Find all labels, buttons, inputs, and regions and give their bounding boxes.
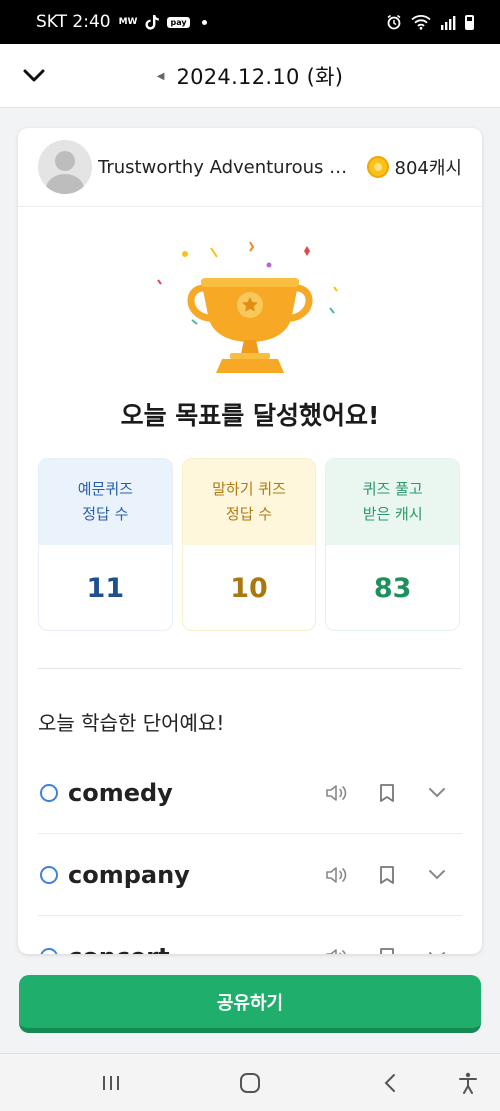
battery-icon: [465, 14, 474, 30]
word-text: comedy: [68, 778, 173, 807]
stat-label-line1: 예문퀴즈: [77, 480, 133, 498]
back-icon: [384, 1074, 395, 1092]
speaker-button[interactable]: [312, 937, 362, 954]
notification-dot-icon: [201, 19, 207, 25]
stat-value: 10: [230, 572, 268, 604]
stat-label-line1: 말하기 퀴즈: [212, 480, 286, 498]
bookmark-icon: [380, 783, 394, 802]
speaker-button[interactable]: [312, 773, 362, 813]
trophy-icon: [157, 241, 338, 373]
system-navigation-bar: [0, 1053, 500, 1111]
bookmark-button[interactable]: [362, 937, 412, 954]
alarm-icon: [387, 14, 401, 30]
date-selector: ◀ 2024.12.10 (화): [0, 44, 500, 108]
bookmark-icon: [380, 947, 394, 954]
speaker-icon: [326, 948, 346, 954]
status-circle-icon: [40, 865, 58, 884]
share-button[interactable]: 공유하기: [19, 975, 481, 1033]
speaker-icon: [326, 784, 347, 801]
word-row[interactable]: company: [38, 834, 462, 916]
home-button[interactable]: [234, 1068, 266, 1098]
stat-label-line1: 퀴즈 풀고: [362, 480, 423, 498]
stat-earned-cash: 퀴즈 풀고 받은 캐시 83: [325, 458, 461, 631]
divider: [38, 668, 462, 669]
accessibility-button[interactable]: [452, 1068, 484, 1098]
expand-button[interactable]: [412, 937, 462, 954]
chevron-down-icon: [429, 951, 445, 954]
tiktok-icon: [145, 15, 160, 30]
stat-label-line2: 받은 캐시: [362, 505, 423, 523]
cash-balance: 804캐시: [394, 158, 462, 179]
status-circle-icon: [40, 783, 58, 802]
result-card: Trustworthy Adventurous Explorer 804캐시: [18, 128, 482, 954]
speaker-icon: [326, 866, 347, 883]
word-text: concert: [68, 943, 312, 955]
carrier-time: SKT 2:40: [36, 12, 111, 32]
words-section-title: 오늘 학습한 단어예요!: [38, 711, 225, 735]
chevron-down-icon: [429, 787, 445, 797]
bookmark-icon: [380, 865, 394, 884]
mw-icon: MW: [118, 17, 138, 27]
word-row[interactable]: concert: [38, 916, 462, 954]
stat-label-line2: 정답 수: [225, 505, 273, 523]
home-icon: [240, 1073, 260, 1093]
bookmark-button[interactable]: [362, 855, 412, 895]
status-circle-icon: [40, 947, 58, 954]
stat-speaking-quiz: 말하기 퀴즈 정답 수 10: [181, 458, 317, 631]
stat-example-quiz: 예문퀴즈 정답 수 11: [38, 458, 173, 631]
expand-button[interactable]: [412, 773, 462, 813]
recent-apps-icon: [103, 1076, 119, 1090]
chevron-down-icon: [429, 869, 445, 879]
stats-row: 예문퀴즈 정답 수 11 말하기 퀴즈 정답 수 10 퀴즈 풀고 받은 캐시: [38, 458, 461, 631]
wifi-icon: [411, 15, 431, 30]
previous-date-icon[interactable]: ◀: [157, 71, 165, 82]
stat-value: 11: [86, 572, 125, 604]
accessibility-icon: [459, 1072, 477, 1094]
signal-icon: [441, 15, 456, 30]
goal-achieved-heading: 오늘 목표를 달성했어요!: [120, 401, 380, 430]
bookmark-button[interactable]: [362, 773, 412, 813]
stat-label-line2: 정답 수: [82, 505, 129, 523]
status-bar: SKT 2:40 MW pay: [0, 0, 500, 44]
stat-value: 83: [373, 572, 412, 604]
back-button[interactable]: [374, 1068, 406, 1098]
coin-icon: [366, 156, 389, 178]
username: Trustworthy Adventurous Explorer: [98, 156, 357, 178]
trophy-illustration: [18, 228, 482, 388]
expand-button[interactable]: [412, 855, 462, 895]
top-app-bar: ◀ 2024.12.10 (화): [0, 44, 500, 108]
pay-icon: pay: [167, 16, 190, 28]
avatar: [38, 140, 92, 194]
date-label: 2024.12.10 (화): [176, 65, 344, 89]
word-row[interactable]: comedy: [38, 752, 462, 834]
speaker-button[interactable]: [312, 855, 362, 895]
recent-apps-button[interactable]: [95, 1068, 127, 1098]
word-text: company: [68, 860, 190, 889]
profile-row: Trustworthy Adventurous Explorer 804캐시: [18, 128, 482, 207]
